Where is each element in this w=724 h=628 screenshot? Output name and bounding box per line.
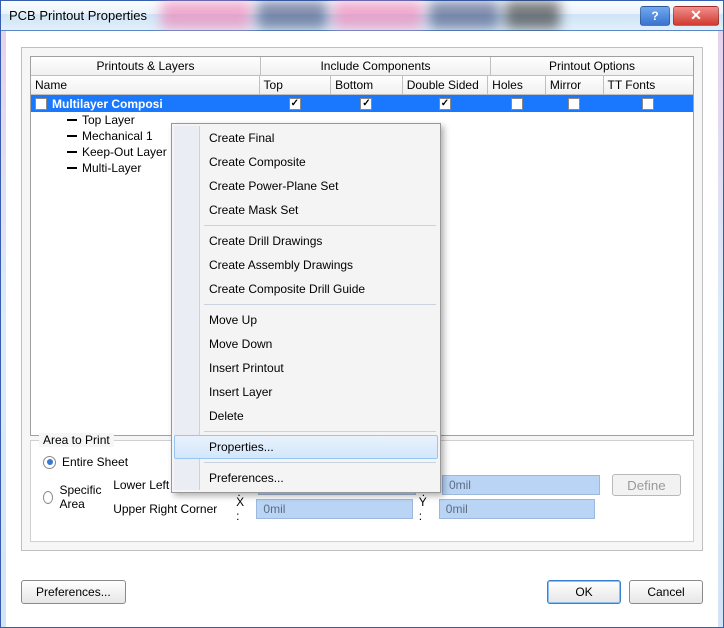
group-header-name: Printouts & Layers: [31, 57, 261, 76]
col-tt[interactable]: TT Fonts: [604, 76, 693, 95]
mi-properties[interactable]: Properties...: [174, 435, 438, 459]
group-title: Area to Print: [39, 433, 114, 447]
col-name[interactable]: Name: [31, 76, 260, 95]
checkbox-double[interactable]: [439, 98, 451, 110]
cell-bottom[interactable]: [331, 95, 403, 112]
col-double[interactable]: Double Sided: [403, 76, 488, 95]
grid-group-header: Printouts & Layers Include Components Pr…: [31, 57, 693, 76]
y-label: Y :: [419, 495, 433, 523]
menu-separator: [204, 225, 436, 226]
mi-insert-layer[interactable]: Insert Layer: [174, 380, 438, 404]
mi-create-mask-set[interactable]: Create Mask Set: [174, 198, 438, 222]
group-header-include: Include Components: [261, 57, 491, 76]
group-header-options: Printout Options: [491, 57, 693, 76]
cell-mirror[interactable]: [546, 95, 604, 112]
close-button[interactable]: ✕: [673, 6, 719, 26]
col-holes[interactable]: Holes: [488, 76, 546, 95]
grid-column-header: Name Top Bottom Double Sided Holes Mirro…: [31, 76, 693, 95]
checkbox-mirror[interactable]: [568, 98, 580, 110]
menu-separator: [204, 462, 436, 463]
layer-label: Top Layer: [82, 113, 135, 127]
help-button[interactable]: ?: [640, 6, 670, 26]
mi-preferences[interactable]: Preferences...: [174, 466, 438, 490]
col-mirror[interactable]: Mirror: [546, 76, 604, 95]
layer-label: Multi-Layer: [82, 161, 141, 175]
cell-name: Multilayer Composi: [31, 95, 260, 112]
mi-create-power-plane-set[interactable]: Create Power-Plane Set: [174, 174, 438, 198]
preferences-button[interactable]: Preferences...: [21, 580, 126, 604]
bottom-bar: Preferences... OK Cancel: [21, 577, 703, 607]
context-menu[interactable]: Create Final Create Composite Create Pow…: [171, 123, 441, 493]
client-area: Printouts & Layers Include Components Pr…: [1, 31, 723, 627]
page-icon: [35, 98, 47, 110]
menu-separator: [204, 304, 436, 305]
menu-separator: [204, 431, 436, 432]
radio-entire[interactable]: [43, 456, 56, 469]
upper-right-label: Upper Right Corner: [113, 502, 230, 516]
ur-x-input[interactable]: 0mil: [256, 499, 412, 519]
mi-create-composite[interactable]: Create Composite: [174, 150, 438, 174]
row-name-text: Multilayer Composi: [52, 97, 163, 111]
window-buttons: ? ✕: [640, 6, 719, 26]
cell-double[interactable]: [403, 95, 488, 112]
mi-create-final[interactable]: Create Final: [174, 126, 438, 150]
mi-delete[interactable]: Delete: [174, 404, 438, 428]
mi-insert-printout[interactable]: Insert Printout: [174, 356, 438, 380]
printout-row[interactable]: Multilayer Composi: [31, 95, 693, 112]
checkbox-bottom[interactable]: [360, 98, 372, 110]
checkbox-tt[interactable]: [642, 98, 654, 110]
mi-create-assembly-drawings[interactable]: Create Assembly Drawings: [174, 253, 438, 277]
radio-specific[interactable]: [43, 491, 53, 504]
radio-specific-row[interactable]: Specific Area: [43, 486, 113, 508]
radio-specific-label: Specific Area: [59, 483, 113, 511]
mi-move-down[interactable]: Move Down: [174, 332, 438, 356]
checkbox-holes[interactable]: [511, 98, 523, 110]
behind-blur-decor: [161, 1, 571, 29]
x-label: X :: [236, 495, 250, 523]
ur-y-input[interactable]: 0mil: [439, 499, 595, 519]
titlebar: PCB Printout Properties ? ✕: [1, 1, 723, 31]
cell-top[interactable]: [260, 95, 332, 112]
checkbox-top[interactable]: [289, 98, 301, 110]
cell-tt[interactable]: [604, 95, 693, 112]
define-button: Define: [612, 474, 681, 496]
mi-move-up[interactable]: Move Up: [174, 308, 438, 332]
layer-label: Keep-Out Layer: [82, 145, 167, 159]
col-bottom[interactable]: Bottom: [331, 76, 403, 95]
col-top[interactable]: Top: [260, 76, 332, 95]
ok-button[interactable]: OK: [547, 580, 621, 604]
layer-label: Mechanical 1: [82, 129, 153, 143]
mi-create-composite-drill-guide[interactable]: Create Composite Drill Guide: [174, 277, 438, 301]
cancel-button[interactable]: Cancel: [629, 580, 703, 604]
ll-y-input[interactable]: 0mil: [442, 475, 600, 495]
radio-entire-label: Entire Sheet: [62, 455, 128, 469]
cell-holes[interactable]: [488, 95, 546, 112]
dialog-window: PCB Printout Properties ? ✕ Printouts & …: [0, 0, 724, 628]
mi-create-drill-drawings[interactable]: Create Drill Drawings: [174, 229, 438, 253]
